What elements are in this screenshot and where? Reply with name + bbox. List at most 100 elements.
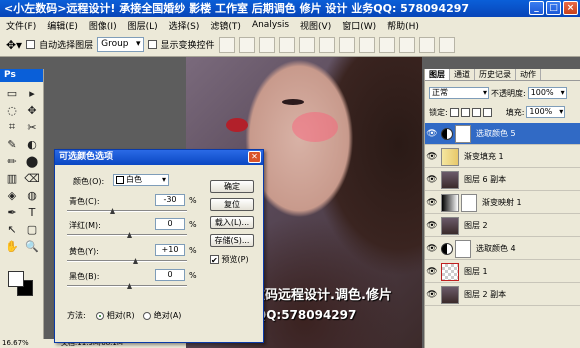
minimize-button[interactable]: _	[529, 1, 544, 15]
layer-row[interactable]: 👁 选取颜色 5	[425, 123, 580, 145]
load-button[interactable]: 载入(L)...	[210, 216, 254, 229]
distribute-left-icon[interactable]	[398, 36, 415, 53]
align-bottom-icon[interactable]	[258, 36, 275, 53]
zoom-level[interactable]: 16.67%	[2, 339, 29, 347]
layer-row[interactable]: 👁 渐变填充 1	[425, 146, 580, 168]
distribute-top-icon[interactable]	[338, 36, 355, 53]
healing-brush-tool-icon[interactable]: ✎	[3, 137, 21, 151]
menu-view[interactable]: 视图(V)	[300, 19, 331, 32]
dialog-close-button[interactable]: ✕	[248, 151, 261, 163]
menu-image[interactable]: 图像(I)	[89, 19, 117, 32]
move-tool-icon[interactable]: ✥▾	[6, 38, 22, 52]
lock-pixels-icon[interactable]	[460, 107, 470, 117]
blur-tool-icon[interactable]: ◈	[3, 188, 21, 202]
fill-input[interactable]: 100%	[526, 106, 566, 118]
yellow-input[interactable]: +10	[155, 244, 185, 256]
lock-all-icon[interactable]	[482, 107, 492, 117]
align-left-icon[interactable]	[278, 36, 295, 53]
black-slider[interactable]	[67, 285, 187, 287]
layer-mask-thumbnail[interactable]	[455, 124, 471, 143]
zoom-tool-icon[interactable]: 🔍	[23, 239, 41, 253]
eraser-tool-icon[interactable]: ▥	[3, 171, 21, 185]
visibility-eye-icon[interactable]: 👁	[425, 198, 439, 208]
shape-tool-icon[interactable]: ▢	[23, 222, 41, 236]
opacity-input[interactable]: 100%	[527, 87, 567, 99]
lock-transparency-icon[interactable]	[449, 107, 459, 117]
yellow-slider[interactable]	[67, 260, 187, 262]
close-button[interactable]: ×	[563, 1, 578, 15]
visibility-eye-icon[interactable]: 👁	[425, 175, 439, 185]
layer-row[interactable]: 👁 图层 2 副本	[425, 284, 580, 306]
auto-select-checkbox[interactable]	[26, 40, 36, 49]
tab-actions[interactable]: 动作	[516, 69, 541, 80]
absolute-radio[interactable]	[143, 311, 152, 320]
preview-checkbox[interactable]: ✔	[210, 255, 219, 265]
tab-channels[interactable]: 通道	[450, 69, 475, 80]
distribute-bottom-icon[interactable]	[378, 36, 395, 53]
distribute-right-icon[interactable]	[438, 36, 455, 53]
visibility-eye-icon[interactable]: 👁	[425, 221, 439, 231]
layer-row[interactable]: 👁 图层 6 副本	[425, 169, 580, 191]
clone-stamp-tool-icon[interactable]: ✏	[3, 154, 21, 168]
type-tool-icon[interactable]: T	[23, 205, 41, 219]
layer-row[interactable]: 👁 图层 2	[425, 215, 580, 237]
blend-mode-dropdown[interactable]: 正常	[429, 87, 489, 99]
marquee-tool-icon[interactable]: ▭	[3, 86, 21, 100]
cyan-slider[interactable]	[67, 210, 187, 212]
visibility-eye-icon[interactable]: 👁	[425, 152, 439, 162]
save-button[interactable]: 存储(S)...	[210, 234, 254, 247]
visibility-eye-icon[interactable]: 👁	[425, 129, 439, 139]
tab-layers[interactable]: 图层	[425, 69, 450, 80]
menu-window[interactable]: 窗口(W)	[342, 19, 376, 32]
foreground-color-swatch[interactable]	[8, 271, 24, 287]
menu-help[interactable]: 帮助(H)	[387, 19, 419, 32]
magenta-slider[interactable]	[67, 234, 187, 236]
gradient-tool-icon[interactable]: ⌫	[23, 171, 41, 185]
visibility-eye-icon[interactable]: 👁	[425, 267, 439, 277]
distribute-center-icon[interactable]	[418, 36, 435, 53]
reset-button[interactable]: 复位	[210, 198, 254, 211]
align-right-icon[interactable]	[318, 36, 335, 53]
dodge-tool-icon[interactable]: ◍	[23, 188, 41, 202]
lasso-tool-icon[interactable]: ◌	[3, 103, 21, 117]
relative-radio[interactable]	[96, 311, 105, 320]
layer-row[interactable]: 👁 图层 1	[425, 261, 580, 283]
path-select-tool-icon[interactable]: ↖	[3, 222, 21, 236]
colors-dropdown[interactable]: 白色	[113, 174, 169, 186]
tab-history[interactable]: 历史记录	[475, 69, 516, 80]
magenta-input[interactable]: 0	[155, 218, 185, 230]
visibility-eye-icon[interactable]: 👁	[425, 290, 439, 300]
brush-tool-icon[interactable]: ◐	[23, 137, 41, 151]
history-brush-tool-icon[interactable]: ⬤	[23, 154, 41, 168]
layer-row[interactable]: 👁 选取颜色 4	[425, 238, 580, 260]
menu-filter[interactable]: 滤镜(T)	[210, 19, 241, 32]
distribute-middle-icon[interactable]	[358, 36, 375, 53]
menu-analysis[interactable]: Analysis	[252, 20, 289, 30]
layers-panel: 图层 通道 历史记录 动作 正常 不透明度: 100% 锁定: 填充: 100%…	[424, 69, 580, 348]
menu-file[interactable]: 文件(F)	[6, 19, 36, 32]
cyan-input[interactable]: -30	[155, 194, 185, 206]
menu-select[interactable]: 选择(S)	[169, 19, 200, 32]
show-transform-checkbox[interactable]	[147, 40, 157, 49]
slice-tool-icon[interactable]: ✂	[23, 120, 41, 134]
crop-tool-icon[interactable]: ⌗	[3, 120, 21, 134]
auto-select-target-dropdown[interactable]: Group	[97, 37, 144, 52]
layer-mask-thumbnail[interactable]	[461, 193, 477, 212]
magic-wand-tool-icon[interactable]: ✥	[23, 103, 41, 117]
lock-position-icon[interactable]	[471, 107, 481, 117]
visibility-eye-icon[interactable]: 👁	[425, 244, 439, 254]
hand-tool-icon[interactable]: ✋	[3, 239, 21, 253]
maximize-button[interactable]: □	[546, 1, 561, 15]
pen-tool-icon[interactable]: ✒	[3, 205, 21, 219]
layer-row[interactable]: 👁 渐变映射 1	[425, 192, 580, 214]
align-center-icon[interactable]	[298, 36, 315, 53]
window-controls: _ □ ×	[529, 1, 578, 15]
ok-button[interactable]: 确定	[210, 180, 254, 193]
align-middle-icon[interactable]	[238, 36, 255, 53]
layer-mask-thumbnail[interactable]	[455, 239, 471, 258]
move-tool-icon[interactable]: ▸	[23, 86, 41, 100]
black-input[interactable]: 0	[155, 269, 185, 281]
menu-edit[interactable]: 编辑(E)	[47, 19, 78, 32]
menu-layer[interactable]: 图层(L)	[128, 19, 158, 32]
align-top-icon[interactable]	[218, 36, 235, 53]
